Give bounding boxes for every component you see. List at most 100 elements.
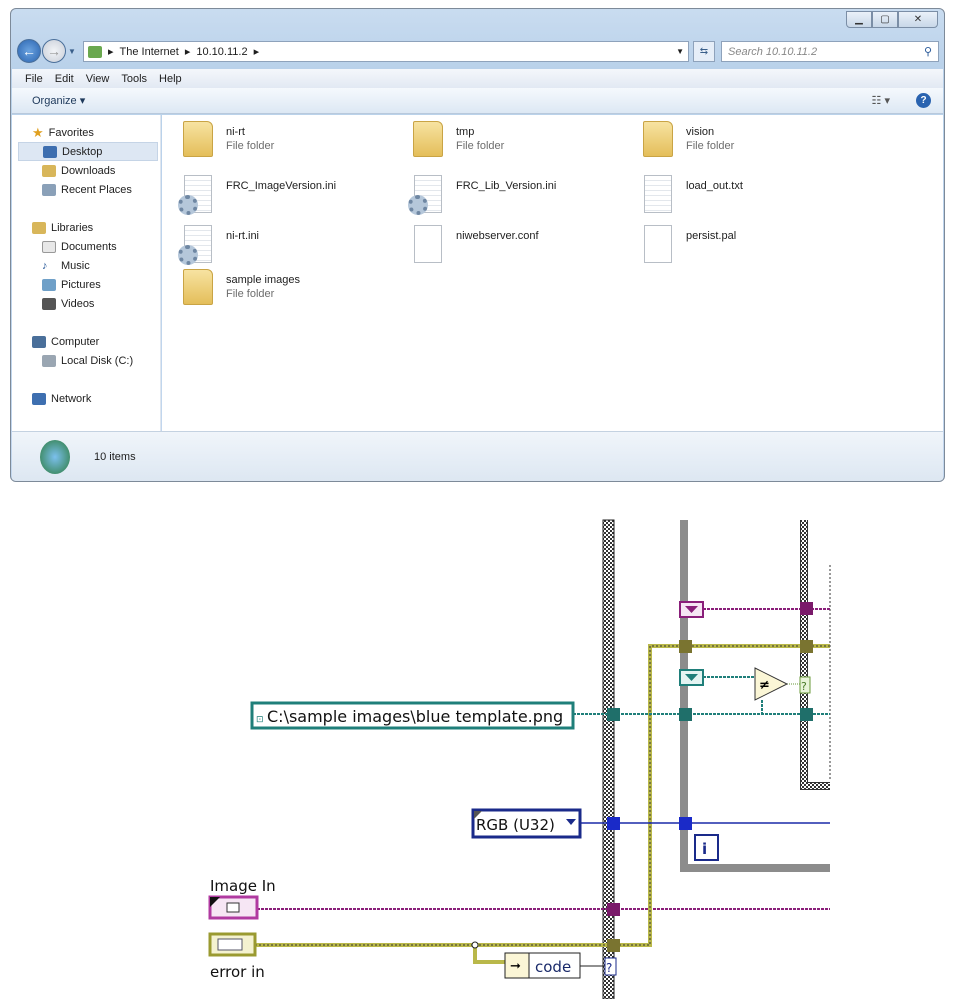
desktop-icon xyxy=(43,145,57,158)
documents-icon xyxy=(42,240,56,253)
computer-icon xyxy=(32,335,46,348)
file-list: ni-rt File folder tmp File folder vision File… xyxy=(162,115,943,431)
help-icon[interactable]: ? xyxy=(916,93,931,108)
sidebar-music[interactable]: ♪ Music xyxy=(42,256,182,275)
error-wire xyxy=(255,644,830,964)
file-name: ni-rt xyxy=(226,126,245,138)
disk-icon xyxy=(42,354,56,367)
error-in-label: error in xyxy=(210,963,265,981)
downloads-icon xyxy=(42,164,56,177)
menu-view[interactable]: View xyxy=(86,73,110,85)
status-bar: 10 items xyxy=(12,431,943,481)
file-name: ni-rt.ini xyxy=(226,230,260,242)
sidebar-pictures[interactable]: Pictures xyxy=(42,275,182,294)
settings-file-icon xyxy=(178,225,216,265)
sidebar-local-disk[interactable]: Local Disk (C:) xyxy=(42,351,182,370)
sidebar-documents[interactable]: Documents xyxy=(42,237,182,256)
close-button[interactable]: ✕ xyxy=(898,11,938,28)
file-type: File folder xyxy=(686,140,735,152)
address-dropdown-icon[interactable]: ▼ xyxy=(676,47,684,56)
svg-text:code: code xyxy=(535,958,571,976)
file-icon xyxy=(410,225,446,265)
file-type: File folder xyxy=(226,288,275,300)
file-type: File folder xyxy=(456,140,505,152)
window-controls: ▁ ▢ ✕ xyxy=(846,11,938,28)
recent-pages-dropdown[interactable]: ▼ xyxy=(68,47,76,56)
file-name: vision xyxy=(686,126,715,138)
file-item[interactable]: tmp File folder xyxy=(410,121,504,161)
folder-icon xyxy=(180,121,216,161)
sidebar-downloads[interactable]: Downloads xyxy=(42,161,182,180)
folder-icon xyxy=(410,121,446,161)
view-options-icon[interactable]: ☷ ▾ xyxy=(872,94,890,107)
settings-file-icon xyxy=(178,175,216,215)
tunnels[interactable] xyxy=(607,602,813,952)
file-item[interactable]: niwebserver.conf xyxy=(410,225,539,265)
breadcrumb-the-internet[interactable]: The Internet xyxy=(120,46,179,58)
svg-text:i: i xyxy=(702,840,707,858)
network-location-icon xyxy=(40,439,70,474)
maximize-button[interactable]: ▢ xyxy=(872,11,898,28)
menu-tools[interactable]: Tools xyxy=(121,73,147,85)
music-icon: ♪ xyxy=(42,259,48,272)
videos-icon xyxy=(42,297,56,310)
item-count: 10 items xyxy=(94,450,136,463)
svg-text:?: ? xyxy=(606,961,612,975)
file-item[interactable]: sample images File folder xyxy=(180,269,300,309)
file-type: File folder xyxy=(226,140,275,152)
recent-places-icon xyxy=(42,183,56,196)
folder-icon xyxy=(640,121,676,161)
sidebar-desktop[interactable]: Desktop xyxy=(18,142,158,161)
folder-icon xyxy=(180,269,216,309)
sidebar-network[interactable]: Network xyxy=(32,389,172,408)
file-item[interactable]: FRC_Lib_Version.ini xyxy=(408,175,557,215)
file-item[interactable]: vision File folder xyxy=(640,121,734,161)
sidebar-recent-places[interactable]: Recent Places xyxy=(42,180,182,199)
sidebar-computer[interactable]: Computer xyxy=(32,332,172,351)
file-item[interactable]: ni-rt.ini xyxy=(178,225,260,265)
menu-file[interactable]: File xyxy=(25,73,43,85)
file-item[interactable]: load_out.txt xyxy=(640,175,743,215)
search-input[interactable]: Search 10.10.11.2 ⚲ xyxy=(721,41,939,62)
explorer-window: ▁ ▢ ✕ ← → ▼ ▸ The Internet ▸ 10.10.11.2 … xyxy=(10,8,945,482)
network-icon xyxy=(88,45,102,58)
image-icon xyxy=(226,902,240,913)
breadcrumb-ip[interactable]: 10.10.11.2 xyxy=(196,46,247,58)
menu-bar: File Edit View Tools Help xyxy=(12,69,943,88)
pictures-icon xyxy=(42,278,56,291)
search-icon[interactable]: ⚲ xyxy=(924,45,932,58)
sidebar-videos[interactable]: Videos xyxy=(42,294,182,313)
file-item[interactable]: FRC_ImageVersion.ini xyxy=(178,175,336,215)
sidebar-libraries[interactable]: Libraries xyxy=(32,218,172,237)
navigation-pane: ★ Favorites Desktop Downloads Recent Plac… xyxy=(12,115,161,431)
file-name: persist.pal xyxy=(686,230,737,242)
address-bar[interactable]: ▸ The Internet ▸ 10.10.11.2 ▸ ▼ xyxy=(83,41,689,62)
file-item[interactable]: ni-rt File folder xyxy=(180,121,274,161)
minimize-button[interactable]: ▁ xyxy=(846,11,872,28)
wire-junction xyxy=(471,941,479,949)
labview-block-diagram: ≠ ? ⊡ C:\sample images\blue template.png… xyxy=(208,519,831,999)
network-icon xyxy=(32,392,46,405)
forward-button[interactable]: → xyxy=(42,39,66,63)
svg-text:?: ? xyxy=(801,680,807,693)
text-file-icon xyxy=(640,175,676,215)
menu-edit[interactable]: Edit xyxy=(55,73,74,85)
toolbar: Organize ▾ ☷ ▾ ? xyxy=(12,88,943,114)
arrow-right-icon: ➞ xyxy=(510,959,521,974)
path-constant-value: C:\sample images\blue template.png xyxy=(267,707,563,726)
sidebar-favorites[interactable]: ★ Favorites xyxy=(32,123,172,142)
refresh-button[interactable]: ⇆ xyxy=(693,41,715,62)
image-in-label: Image In xyxy=(210,877,276,895)
svg-text:≠: ≠ xyxy=(759,678,770,693)
organize-button[interactable]: Organize ▾ xyxy=(32,94,85,107)
error-cluster-icon xyxy=(217,938,243,951)
file-name: sample images xyxy=(226,274,300,286)
file-item[interactable]: persist.pal xyxy=(640,225,736,265)
file-name: FRC_Lib_Version.ini xyxy=(456,180,557,192)
back-button[interactable]: ← xyxy=(17,39,41,63)
file-icon xyxy=(640,225,676,265)
settings-file-icon xyxy=(408,175,446,215)
file-name: niwebserver.conf xyxy=(456,230,539,242)
sequence-frame-left-border xyxy=(602,519,615,999)
menu-help[interactable]: Help xyxy=(159,73,182,85)
